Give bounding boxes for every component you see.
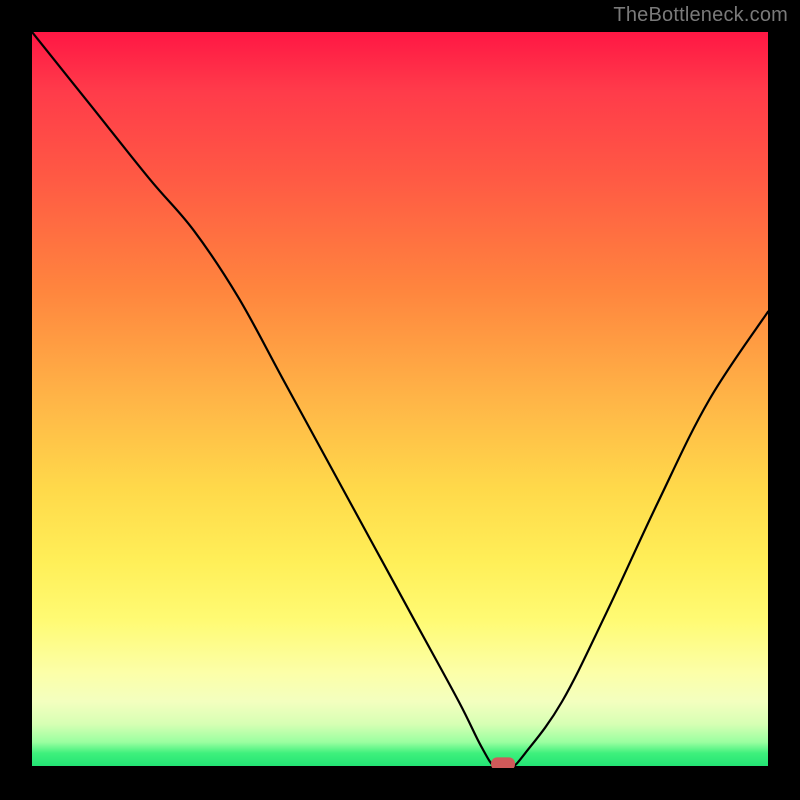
bottleneck-curve xyxy=(32,32,768,768)
plot-area xyxy=(32,32,768,768)
chart-frame: TheBottleneck.com xyxy=(0,0,800,800)
optimal-marker xyxy=(491,757,515,768)
watermark-text: TheBottleneck.com xyxy=(613,4,788,27)
chart-svg xyxy=(32,32,768,768)
